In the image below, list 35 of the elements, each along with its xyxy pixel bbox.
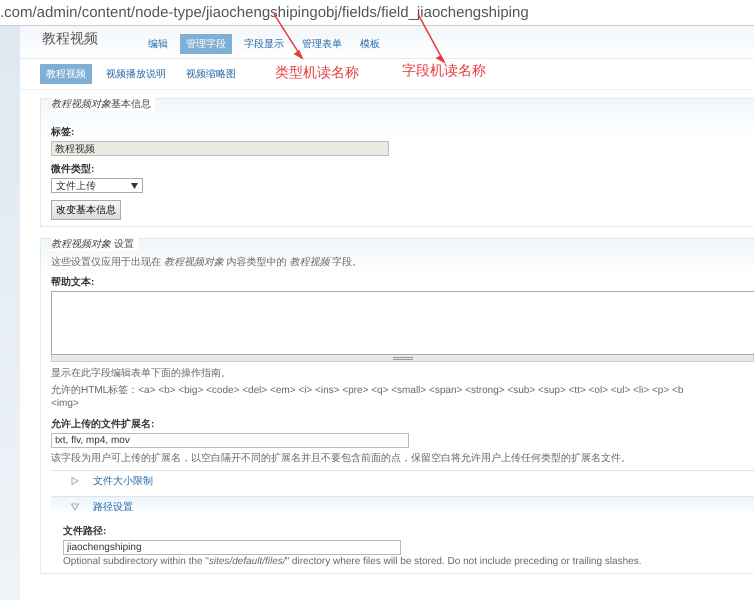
allowed-tags: <img> [51,398,79,409]
allowed-tags: 允许的HTML标签：<a> <b> <big> <code> <del> <em> <i> <ins> <pre> <q> <small> <span> <strong> <sub> <sup> <tt> <ol> <ul> <li> <p> <b [51,383,684,397]
field-label: 允许上传的文件扩展名: [51,417,154,431]
triangle-right-icon [71,477,79,485]
annotation-text: 字段机读名称 [402,62,486,80]
page-title: 教程视频 [42,30,98,48]
tab[interactable]: 模板 [354,34,386,54]
group-link[interactable]: 文件大小限制 [93,474,153,488]
annotation-text: 类型机读名称 [275,64,359,82]
dropdown-arrow-icon [131,182,138,188]
grip-icon [392,356,412,360]
field-label: 文件路径: [63,524,106,538]
extensions-field[interactable]: txt, flv, mp4, mov [51,433,409,448]
extensions-description: 该字段为用户可上传的扩展名，以空白隔开不同的扩展名并且不要包含前面的点，保留空白将允许用户上传任何类型的扩展名文件。 [51,452,631,465]
help-description: 显示在此字段编辑表单下面的操作指南。 [51,366,231,380]
label-field[interactable]: 教程视频 [51,141,389,156]
widget-type-select[interactable]: 文件上传 [51,178,143,193]
triangle-down-icon [71,503,79,511]
resize-grip[interactable] [51,355,754,362]
tab[interactable]: 管理表单 [296,34,348,54]
field-label: 帮助文本: [51,276,94,289]
field-label: 微件类型: [51,162,94,176]
subtab[interactable]: 视频缩略图 [180,64,242,84]
tab[interactable]: 编辑 [142,34,174,54]
subtab[interactable]: 视频播放说明 [100,64,172,84]
settings-intro: 这些设置仅应用于出现在 教程视频对象 内容类型中的 教程视频 字段。 [51,257,362,268]
group-link[interactable]: 路径设置 [93,500,133,514]
file-path-description: Optional subdirectory within the "sites/default/files/" directory where files will be stored. Do not include preceding or trailing slashes. [63,556,642,567]
help-text-area[interactable] [51,291,754,355]
field-label: 标签: [51,126,74,139]
panel-legend: 教程视频对象基本信息 [51,97,155,111]
tab[interactable]: 字段显示 [238,34,290,54]
change-info-button[interactable]: 改变基本信息 [51,200,121,220]
file-path-field[interactable]: jiaochengshiping [63,540,401,555]
panel-legend: 教程视频对象 设置 [51,239,134,250]
